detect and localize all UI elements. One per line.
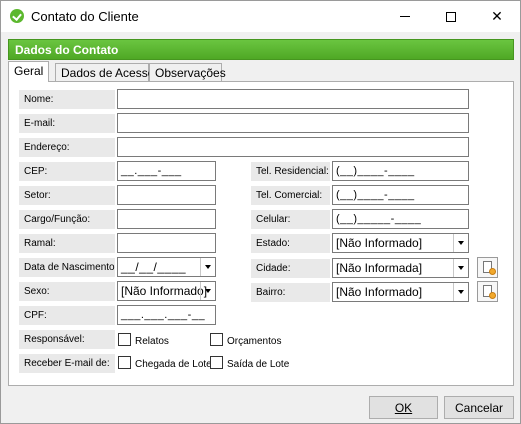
minimize-button[interactable] — [382, 1, 428, 32]
relatos-checkbox[interactable] — [118, 333, 131, 346]
title-bar: Contato do Cliente ✕ — [1, 1, 520, 32]
bairro-label: Bairro: — [251, 283, 330, 302]
cancel-button[interactable]: Cancelar — [444, 396, 514, 419]
nascimento-date-picker[interactable]: __/__/____ — [117, 257, 216, 277]
cidade-select[interactable]: [Não Informada] — [332, 258, 469, 278]
endereco-label: Endereço: — [19, 138, 115, 157]
cidade-label: Cidade: — [251, 259, 330, 278]
celular-label: Celular: — [251, 210, 330, 229]
cargo-field[interactable] — [117, 209, 216, 229]
tab-dados-de-acesso[interactable]: Dados de Acesso — [55, 63, 154, 81]
estado-label: Estado: — [251, 234, 330, 253]
orcamentos-checkbox[interactable] — [210, 333, 223, 346]
bairro-select[interactable]: [Não Informado] — [332, 282, 469, 302]
ramal-field[interactable] — [117, 233, 216, 253]
nome-field[interactable] — [117, 89, 469, 109]
app-logo-icon — [10, 9, 24, 23]
chevron-down-icon[interactable] — [453, 234, 468, 252]
tel-comercial-field[interactable]: (__)____-____ — [332, 185, 469, 205]
tab-observacoes[interactable]: Observações — [149, 63, 226, 81]
bairro-value: [Não Informado] — [336, 285, 423, 299]
receber-email-label: Receber E-mail de: — [19, 354, 115, 373]
sexo-label: Sexo: — [19, 282, 115, 301]
responsavel-label: Responsável: — [19, 330, 115, 349]
chegada-lote-label: Chegada de Lote — [135, 359, 212, 370]
saida-lote-checkbox[interactable] — [210, 356, 223, 369]
tel-residencial-label: Tel. Residencial: — [251, 162, 330, 181]
tab-geral[interactable]: Geral — [8, 61, 49, 82]
maximize-button[interactable] — [428, 1, 474, 32]
cep-field[interactable]: __.___-___ — [117, 161, 216, 181]
close-button[interactable]: ✕ — [474, 1, 520, 32]
contact-dialog: Contato do Cliente ✕ Dados do Contato Ge… — [0, 0, 521, 424]
estado-select[interactable]: [Não Informado] — [332, 233, 469, 253]
chegada-lote-checkbox[interactable] — [118, 356, 131, 369]
setor-field[interactable] — [117, 185, 216, 205]
cpf-label: CPF: — [19, 306, 115, 325]
chevron-down-icon[interactable] — [200, 258, 215, 276]
sexo-value: [Não Informado] — [121, 284, 208, 298]
nome-label: Nome: — [19, 90, 115, 109]
nascimento-label: Data de Nascimento: — [19, 258, 115, 277]
nascimento-value: __/__/____ — [121, 260, 187, 274]
window-title: Contato do Cliente — [31, 9, 139, 24]
email-field[interactable] — [117, 113, 469, 133]
chevron-down-icon[interactable] — [453, 283, 468, 301]
relatos-label: Relatos — [135, 336, 169, 347]
close-icon: ✕ — [491, 8, 503, 25]
tel-residencial-field[interactable]: (__)____-____ — [332, 161, 469, 181]
section-header: Dados do Contato — [8, 39, 514, 60]
minimize-icon — [400, 16, 410, 17]
tel-comercial-label: Tel. Comercial: — [251, 186, 330, 205]
bairro-lookup-button[interactable] — [477, 281, 498, 302]
sexo-select[interactable]: [Não Informado] — [117, 281, 216, 301]
estado-value: [Não Informado] — [336, 236, 423, 250]
email-label: E-mail: — [19, 114, 115, 133]
chevron-down-icon[interactable] — [453, 259, 468, 277]
saida-lote-label: Saída de Lote — [227, 359, 290, 370]
cep-label: CEP: — [19, 162, 115, 181]
chevron-down-icon[interactable] — [200, 282, 215, 300]
orcamentos-label: Orçamentos — [227, 336, 282, 347]
cidade-lookup-button[interactable] — [477, 257, 498, 278]
cidade-value: [Não Informada] — [336, 261, 423, 275]
maximize-icon — [446, 11, 456, 22]
setor-label: Setor: — [19, 186, 115, 205]
ramal-label: Ramal: — [19, 234, 115, 253]
ok-button[interactable]: OK — [369, 396, 438, 419]
tab-panel-geral: Nome: E-mail: Endereço: CEP: __.___-___ … — [8, 81, 514, 386]
cargo-label: Cargo/Função: — [19, 210, 115, 229]
cpf-field[interactable]: ___.___.___-__ — [117, 305, 216, 325]
celular-field[interactable]: (__)_____-____ — [332, 209, 469, 229]
endereco-field[interactable] — [117, 137, 469, 157]
